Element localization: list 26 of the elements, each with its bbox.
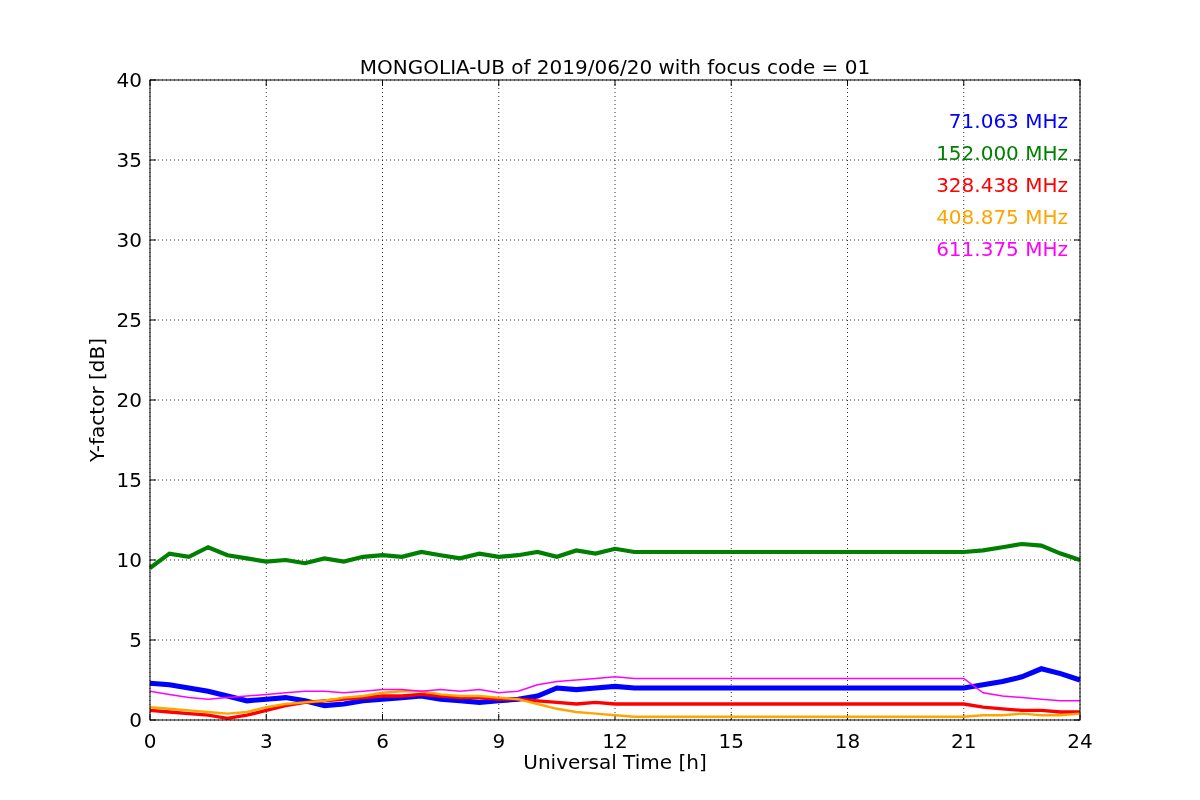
x-tick-label: 0: [143, 729, 157, 753]
legend-label: 152.000 MHz: [936, 141, 1068, 165]
legend-label: 408.875 MHz: [936, 205, 1068, 229]
y-axis-label: Y-factor [dB]: [85, 338, 109, 462]
legend-label: 611.375 MHz: [936, 237, 1068, 261]
x-tick-label: 21: [951, 729, 977, 753]
y-tick-label: 30: [116, 228, 142, 252]
y-tick-label: 35: [116, 148, 142, 172]
x-tick-label: 18: [834, 729, 861, 753]
legend-label: 71.063 MHz: [948, 109, 1068, 133]
chart-title: MONGOLIA-UB of 2019/06/20 with focus code = 01: [359, 55, 871, 79]
y-tick-label: 10: [116, 548, 142, 572]
x-tick-label: 24: [1067, 729, 1093, 753]
y-tick-label: 40: [116, 68, 142, 92]
x-axis-label: Universal Time [h]: [523, 750, 707, 774]
x-tick-label: 12: [602, 729, 628, 753]
legend-label: 328.438 MHz: [936, 173, 1068, 197]
y-tick-label: 5: [129, 628, 142, 652]
y-tick-label: 0: [129, 708, 142, 732]
x-tick-label: 3: [259, 729, 273, 753]
x-tick-label: 6: [376, 729, 389, 753]
y-tick-label: 20: [116, 388, 142, 412]
x-tick-label: 9: [492, 729, 506, 753]
y-tick-label: 15: [116, 468, 142, 492]
y-tick-label: 25: [116, 308, 142, 332]
x-tick-label: 15: [718, 729, 744, 753]
